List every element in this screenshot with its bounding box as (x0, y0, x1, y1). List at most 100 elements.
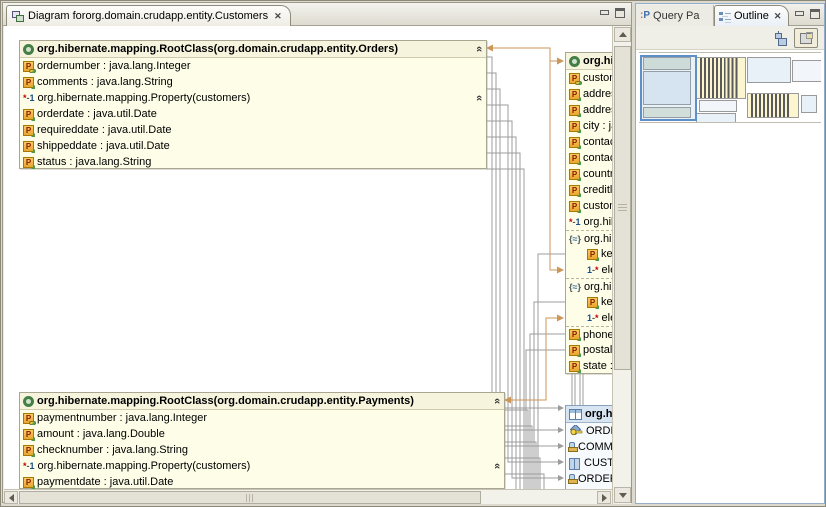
customers-row[interactable]: city : java.lang.String (566, 118, 612, 134)
orders-row-orderdate[interactable]: orderdate : java.util.Date (20, 106, 486, 122)
property-icon (23, 429, 34, 440)
thumbnail-viewport[interactable] (640, 55, 697, 121)
orders-row-requireddate[interactable]: requireddate : java.util.Date (20, 122, 486, 138)
customers-row-property[interactable]: *-1org.hibernate.mapping.Property(employ… (566, 214, 612, 230)
maximize-icon[interactable] (615, 8, 625, 18)
payments-row-customers-property[interactable]: *-1org.hibernate.mapping.Property(custom… (20, 458, 504, 474)
mini-box (792, 60, 821, 82)
customers-class-header[interactable]: org.hibernate.mapping.RootClass(org.doma… (566, 53, 612, 70)
orders-row-comments[interactable]: comments : java.lang.String (20, 74, 486, 90)
outline-body (636, 124, 824, 503)
vertical-scrollbar[interactable] (612, 26, 631, 504)
orders-table-box[interactable]: org.hibernate.mapping.Table(ORDERS) ORDE… (565, 405, 612, 489)
outline-icon (719, 11, 731, 22)
customers-row[interactable]: postalcode : java.lang.String (566, 342, 612, 358)
customers-collection-payments[interactable]: {≈}org.hibernate.mapping.Bag(payments) (566, 278, 612, 294)
payments-row-amount[interactable]: amount : java.lang.Double (20, 426, 504, 442)
payments-class-box[interactable]: org.hibernate.mapping.RootClass(org.doma… (19, 392, 505, 489)
overview-toggle-button[interactable] (794, 28, 818, 48)
close-icon[interactable]: ✕ (774, 11, 782, 22)
payments-row-paymentdate[interactable]: paymentdate : java.util.Date (20, 474, 504, 489)
payments-class-title: org.hibernate.mapping.RootClass(org.doma… (37, 395, 414, 407)
property-icon (23, 77, 34, 88)
column-icon (569, 474, 575, 484)
scroll-up-button[interactable] (614, 27, 631, 42)
minimize-icon[interactable] (599, 8, 609, 18)
outline-toolbar (636, 26, 824, 50)
customers-row[interactable]: state : java.lang.String (566, 358, 612, 374)
close-icon[interactable]: ✕ (274, 11, 282, 22)
property-icon (587, 249, 598, 260)
collection-element-row[interactable]: 1-*element : org.domain.crudapp.entity.O… (566, 262, 612, 278)
payments-row-checknumber[interactable]: checknumber : java.lang.String (20, 442, 504, 458)
orders-row-ordernumber[interactable]: ordernumber : java.lang.Integer (20, 58, 486, 74)
one-to-many-icon: 1-* (587, 265, 599, 275)
collection-icon: {≈} (569, 282, 581, 292)
property-icon (23, 477, 34, 488)
scroll-down-button[interactable] (614, 487, 631, 503)
horizontal-scroll-thumb[interactable] (19, 491, 481, 504)
collapse-icon[interactable]: « (474, 46, 484, 52)
maximize-icon[interactable] (810, 9, 820, 19)
minimize-icon[interactable] (794, 9, 804, 19)
eclipse-workbench: Diagram fororg.domain.crudapp.entity.Cus… (0, 0, 826, 507)
customers-row[interactable]: contactfirstname : java.lang.String (566, 134, 612, 150)
id-property-icon (569, 73, 580, 84)
many-to-one-icon: *-1 (23, 93, 35, 103)
orders-class-header[interactable]: org.hibernate.mapping.RootClass(org.doma… (20, 41, 486, 58)
collection-element-row[interactable]: 1-*element : org.domain.crudapp.entity.P… (566, 310, 612, 326)
customers-row[interactable]: addressline1 : java.lang.String (566, 86, 612, 102)
orders-class-box[interactable]: org.hibernate.mapping.RootClass(org.doma… (19, 40, 487, 169)
property-icon (569, 89, 580, 100)
property-icon (569, 137, 580, 148)
table-column-row[interactable]: COMMENTS (566, 439, 612, 455)
customers-row[interactable]: customernumber : java.lang.Integer (566, 70, 612, 86)
orders-row-customers-property[interactable]: *-1org.hibernate.mapping.Property(custom… (20, 90, 486, 106)
collapse-icon[interactable]: « (492, 463, 502, 469)
payments-row-paymentnumber[interactable]: paymentnumber : java.lang.Integer (20, 410, 504, 426)
property-icon (23, 445, 34, 456)
mini-box (747, 57, 791, 83)
payments-class-header[interactable]: org.hibernate.mapping.RootClass(org.doma… (20, 393, 504, 410)
link-with-editor-icon[interactable] (772, 31, 786, 45)
customers-row[interactable]: contactlastname : java.lang.String (566, 150, 612, 166)
collection-key-row[interactable]: key : java.lang.Integer (566, 246, 612, 262)
customers-row[interactable]: phone : java.lang.String (566, 326, 612, 342)
customers-row[interactable]: country : java.lang.String (566, 166, 612, 182)
collapse-icon[interactable]: « (474, 95, 484, 101)
table-icon (569, 409, 582, 420)
property-icon (569, 345, 580, 356)
collection-icon: {≈} (569, 234, 581, 244)
horizontal-scrollbar[interactable] (4, 489, 612, 504)
customers-class-title: org.hibernate.mapping.RootClass(org.doma… (583, 55, 612, 67)
editor-tab-title: Diagram fororg.domain.crudapp.entity.Cus… (28, 10, 268, 22)
customers-row[interactable]: addressline2 : java.lang.String (566, 102, 612, 118)
diagram-canvas[interactable]: org.hibernate.mapping.RootClass(org.doma… (4, 26, 612, 489)
collapse-icon[interactable]: « (492, 398, 502, 404)
collection-key-row[interactable]: key : java.lang.Integer (566, 294, 612, 310)
diagram-overview-thumbnail[interactable] (639, 52, 821, 123)
editor-tab-diagram[interactable]: Diagram fororg.domain.crudapp.entity.Cus… (6, 5, 291, 26)
property-icon (23, 141, 34, 152)
table-column-row[interactable]: ORDERDATE (566, 471, 612, 487)
mini-box (699, 100, 737, 112)
scroll-left-button[interactable] (4, 491, 18, 504)
vertical-scroll-thumb[interactable] (614, 46, 631, 370)
property-icon (569, 329, 580, 340)
customers-collection-orders[interactable]: {≈}org.hibernate.mapping.Bag(orders) (566, 230, 612, 246)
orders-row-status[interactable]: status : java.lang.String (20, 154, 486, 170)
orders-row-shippeddate[interactable]: shippeddate : java.util.Date (20, 138, 486, 154)
orders-table-header[interactable]: org.hibernate.mapping.Table(ORDERS) (566, 406, 612, 423)
scroll-right-button[interactable] (597, 491, 611, 504)
primary-key-icon (569, 425, 583, 437)
customers-row[interactable]: creditlimit : java.lang.Double (566, 182, 612, 198)
orders-class-title: org.hibernate.mapping.RootClass(org.doma… (37, 43, 398, 55)
table-column-row[interactable]: CUSTOMERNUMBER (566, 455, 612, 471)
mini-box (801, 95, 817, 113)
customers-class-box[interactable]: org.hibernate.mapping.RootClass(org.doma… (565, 52, 612, 374)
customers-row[interactable]: customername : java.lang.String (566, 198, 612, 214)
tab-outline[interactable]: Outline ✕ (714, 5, 789, 26)
tab-query-page[interactable]: :P Query Pa (636, 5, 714, 26)
property-icon (569, 361, 580, 372)
table-column-row[interactable]: ORDERNUMBER (566, 423, 612, 439)
